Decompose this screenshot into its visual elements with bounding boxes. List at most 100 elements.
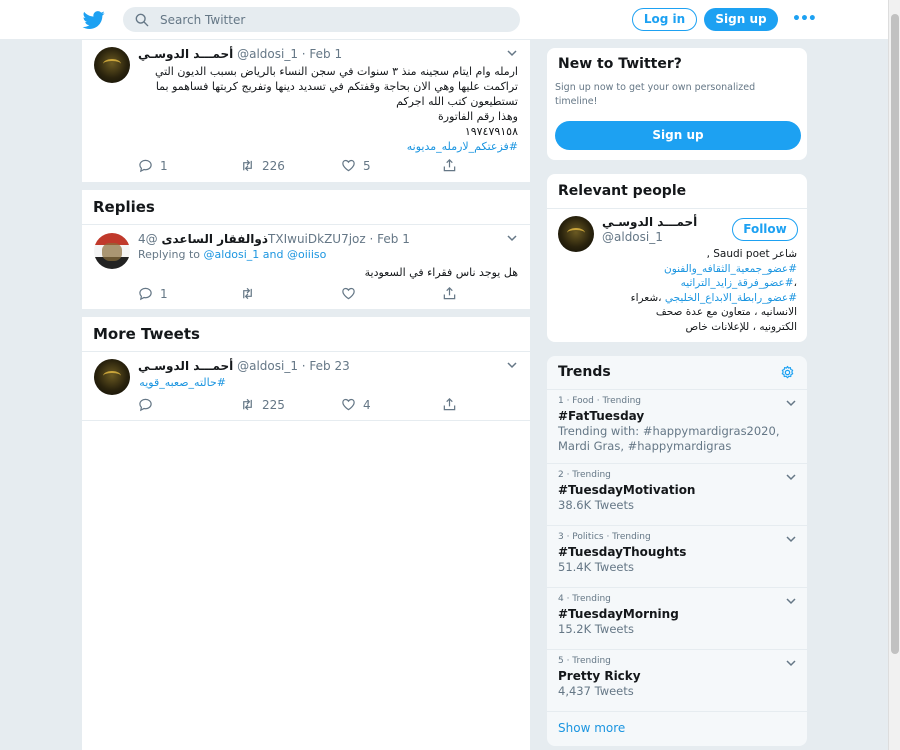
- share-button[interactable]: [442, 397, 464, 415]
- hashtag-link[interactable]: #فزعتكم_لارمله_مديونه: [138, 139, 518, 154]
- trend-meta: 5 · Trending: [558, 656, 611, 666]
- tweet-text: #حالته_صعبه_قويه: [138, 375, 226, 390]
- display-name[interactable]: ذوالفقار الساعدى: [161, 232, 268, 246]
- bio-line: شاعر Saudi poet ,: [706, 248, 797, 260]
- trend-name[interactable]: #TuesdayThoughts: [558, 544, 796, 560]
- hashtag-link[interactable]: #حالته_صعبه_قويه: [138, 375, 226, 390]
- person-handle[interactable]: @aldosi_1: [602, 230, 663, 244]
- tweet-actions: 225 4: [138, 397, 478, 415]
- share-button[interactable]: [442, 286, 464, 304]
- avatar[interactable]: [94, 233, 130, 269]
- bio-separator: ،: [793, 277, 797, 290]
- tweet-actions: 1 226 5: [138, 158, 478, 176]
- bio-hashtag-link[interactable]: #عضو_فرقة_زايد_التراثيه: [681, 277, 794, 289]
- top-bar: Log in Sign up •••: [0, 0, 888, 40]
- twitter-logo-icon[interactable]: [82, 9, 106, 31]
- trend-item[interactable]: 2 · Trending #TuesdayMotivation 38.6K Tw…: [547, 464, 807, 526]
- trend-name[interactable]: #TuesdayMotivation: [558, 482, 796, 498]
- like-button[interactable]: 4: [341, 397, 371, 415]
- chevron-down-icon[interactable]: [785, 533, 797, 545]
- replying-to: Replying to @aldosi_1 and @oiiiso: [138, 248, 326, 261]
- section-gap: [82, 310, 530, 317]
- bio-line: الانسانيه ، متعاون مع عدة صحف: [655, 306, 797, 319]
- avatar[interactable]: [94, 47, 130, 83]
- trend-name[interactable]: #FatTuesday: [558, 408, 796, 424]
- settings-gear-icon[interactable]: [780, 365, 795, 380]
- heart-icon: [342, 159, 355, 172]
- person-display-name[interactable]: أحمـــد الدوسـي: [602, 215, 697, 229]
- signup-large-button[interactable]: Sign up: [555, 121, 801, 150]
- replying-users-link[interactable]: @aldosi_1 and @oiiiso: [204, 248, 327, 261]
- more-tweet[interactable]: أحمـــد الدوسـي @aldosi_1 · Feb 23 #حالت…: [82, 352, 530, 421]
- chevron-down-icon[interactable]: [785, 397, 797, 409]
- tweet-header: أحمـــد الدوسـي @aldosi_1 · Feb 1: [138, 47, 518, 63]
- trend-meta: 1 · Food · Trending: [558, 396, 642, 406]
- retweet-count: 225: [262, 398, 285, 412]
- search-input[interactable]: [160, 11, 500, 29]
- trend-item[interactable]: 5 · Trending Pretty Ricky 4,437 Tweets: [547, 650, 807, 712]
- new-to-twitter-subtitle: Sign up now to get your own personalized…: [555, 82, 756, 107]
- share-icon: [443, 159, 456, 172]
- reply-tweet[interactable]: ذوالفقار الساعدى @4TXIwuiDkZU7joz · Feb …: [82, 225, 530, 310]
- handle-and-date[interactable]: @aldosi_1 · Feb 1: [237, 47, 342, 61]
- share-button[interactable]: [442, 158, 464, 176]
- trend-item[interactable]: 3 · Politics · Trending #TuesdayThoughts…: [547, 526, 807, 588]
- trend-meta: 3 · Politics · Trending: [558, 532, 651, 542]
- tweet-text-line: تراكمت عليها وهي الان بحاجة وقفتكم في تس…: [155, 80, 518, 93]
- retweet-button[interactable]: 225: [240, 397, 285, 415]
- tweet-text-line: ١٩٧٤٧٩١٥٨: [464, 125, 518, 138]
- trend-count: Trending with: #happymardigras2020, Mard…: [558, 424, 780, 453]
- retweet-button[interactable]: [240, 286, 262, 304]
- login-button[interactable]: Log in: [632, 8, 697, 31]
- trend-name[interactable]: Pretty Ricky: [558, 668, 796, 684]
- signup-button[interactable]: Sign up: [704, 8, 778, 31]
- share-icon: [443, 287, 456, 300]
- relevant-people-card: Relevant people أحمـــد الدوسـي @aldosi_…: [546, 173, 808, 343]
- retweet-icon: [243, 398, 252, 411]
- chevron-down-icon[interactable]: [506, 232, 518, 244]
- display-name[interactable]: أحمـــد الدوسـي: [138, 359, 233, 373]
- tweet-header: ذوالفقار الساعدى @4TXIwuiDkZU7joz · Feb …: [138, 232, 518, 248]
- reply-button[interactable]: 1: [138, 286, 168, 304]
- chevron-down-icon[interactable]: [785, 657, 797, 669]
- search-box[interactable]: [123, 7, 520, 32]
- tweet-actions: 1: [138, 286, 478, 304]
- display-name[interactable]: أحمـــد الدوسـي: [138, 47, 233, 61]
- chevron-down-icon[interactable]: [785, 471, 797, 483]
- tweet-text: هل يوجد ناس فقراء في السعودية: [138, 265, 518, 280]
- retweet-icon: [243, 159, 252, 172]
- scrollbar[interactable]: [888, 0, 900, 750]
- new-to-twitter-card: New to Twitter? Sign up now to get your …: [546, 47, 808, 161]
- relevant-people-title: Relevant people: [558, 183, 687, 199]
- bio-hashtag-link[interactable]: #عضو_رابطة_الابداع_الخليجي: [665, 292, 797, 304]
- tweet-text-line: ارمله وام ايتام سجينه منذ ٣ سنوات في سجن…: [154, 65, 518, 78]
- like-button[interactable]: [341, 286, 363, 304]
- reply-button[interactable]: [138, 397, 160, 415]
- retweet-count: 226: [262, 159, 285, 173]
- trend-item[interactable]: 4 · Trending #TuesdayMorning 15.2K Tweet…: [547, 588, 807, 650]
- reply-button[interactable]: 1: [138, 158, 168, 176]
- like-count: 5: [363, 159, 371, 173]
- trend-name[interactable]: #TuesdayMorning: [558, 606, 796, 622]
- chevron-down-icon[interactable]: [506, 47, 518, 59]
- chevron-down-icon[interactable]: [506, 359, 518, 371]
- bio-hashtag-link[interactable]: #عضو_جمعية_الثقافه_والفنون: [587, 262, 797, 277]
- section-gap: [82, 183, 530, 190]
- tweet-main[interactable]: أحمـــد الدوسـي @aldosi_1 · Feb 1 ارمله …: [82, 40, 530, 183]
- like-button[interactable]: 5: [341, 158, 371, 176]
- retweet-button[interactable]: 226: [240, 158, 285, 176]
- avatar[interactable]: [94, 359, 130, 395]
- tweet-text-line: وهذا رقم الفاتورة: [438, 110, 518, 123]
- trends-card: Trends 1 · Food · Trending #FatTuesday T…: [546, 355, 808, 747]
- trend-item[interactable]: 1 · Food · Trending #FatTuesday Trending…: [547, 390, 807, 464]
- more-options-icon[interactable]: •••: [792, 12, 817, 28]
- trend-meta: 2 · Trending: [558, 470, 611, 480]
- trend-count: 15.2K Tweets: [558, 622, 634, 636]
- show-more-link[interactable]: Show more: [558, 721, 625, 735]
- chevron-down-icon[interactable]: [785, 595, 797, 607]
- scrollbar-thumb[interactable]: [891, 14, 899, 654]
- trend-count: 51.4K Tweets: [558, 560, 634, 574]
- follow-button[interactable]: Follow: [732, 218, 798, 241]
- tweet-text-line: تستطيعون كتب الله اجركم: [396, 95, 518, 108]
- handle-and-date[interactable]: @aldosi_1 · Feb 23: [237, 359, 350, 373]
